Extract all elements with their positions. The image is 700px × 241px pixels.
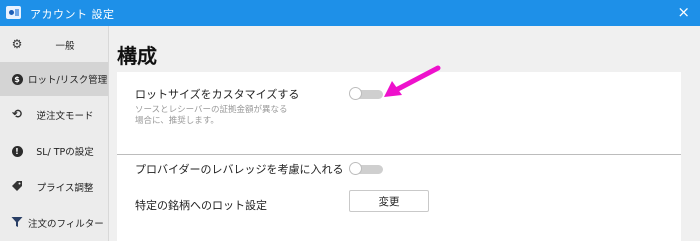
change-button[interactable]: 変更 [349,190,429,212]
filter-icon [11,216,23,228]
sidebar-item-label: プライス調整 [36,183,94,194]
tag-icon [11,180,23,192]
dollar-glyph: $ [11,74,23,85]
sidebar-item-price-adjust[interactable]: プライス調整 [0,170,108,204]
sidebar-item-label: 一般 [55,41,75,52]
window-title: アカウント 設定 [30,8,115,21]
sidebar-item-label: 逆注文モード [36,111,94,122]
sidebar-item-lot-risk[interactable]: $ ロット/リスク管理 [0,62,108,96]
sidebar-item-order-filter[interactable]: 注文のフィルター [0,206,108,240]
sidebar-item-label: ロット/リスク管理 [28,75,108,86]
symbol-lot-setting-label: 特定の銘柄へのロット設定 [135,199,267,212]
sidebar-item-reverse-mode[interactable]: ⟲ 逆注文モード [0,98,108,132]
divider [117,154,681,155]
exclamation-circle-icon: ! [11,144,23,157]
gear-icon: ⚙ [11,37,23,51]
account-app-icon [6,6,21,19]
exclamation-glyph: ! [11,146,23,157]
sidebar-item-label: 注文のフィルター [28,219,104,230]
page-title: 構成 [117,44,157,68]
dollar-circle-icon: $ [11,72,23,85]
toggle-knob [349,162,362,175]
pink-arrow-annotation [384,65,441,97]
sidebar: ⚙ 一般 $ ロット/リスク管理 ⟲ 逆注文モード ! SL/ TPの設定 プラ… [0,26,109,241]
main-content: 構成 ロットサイズをカスタマイズする ソースとレシーバーの証拠金額が異なる場合に… [109,26,700,241]
title-bar: アカウント 設定 × [0,0,700,26]
provider-leverage-toggle[interactable] [349,162,385,176]
sidebar-item-general[interactable]: ⚙ 一般 [0,28,108,62]
provider-leverage-label: プロバイダーのレバレッジを考慮に入れる [135,163,344,176]
sidebar-item-label: SL/ TPの設定 [36,147,94,158]
toggle-knob [349,87,362,100]
customize-lot-size-description: ソースとレシーバーの証拠金額が異なる場合に、推奨します。 [135,105,288,126]
close-icon[interactable]: × [677,3,690,21]
sidebar-item-sl-tp[interactable]: ! SL/ TPの設定 [0,134,108,168]
customize-lot-size-label: ロットサイズをカスタマイズする [135,88,300,101]
reverse-arrows-icon: ⟲ [11,107,23,121]
